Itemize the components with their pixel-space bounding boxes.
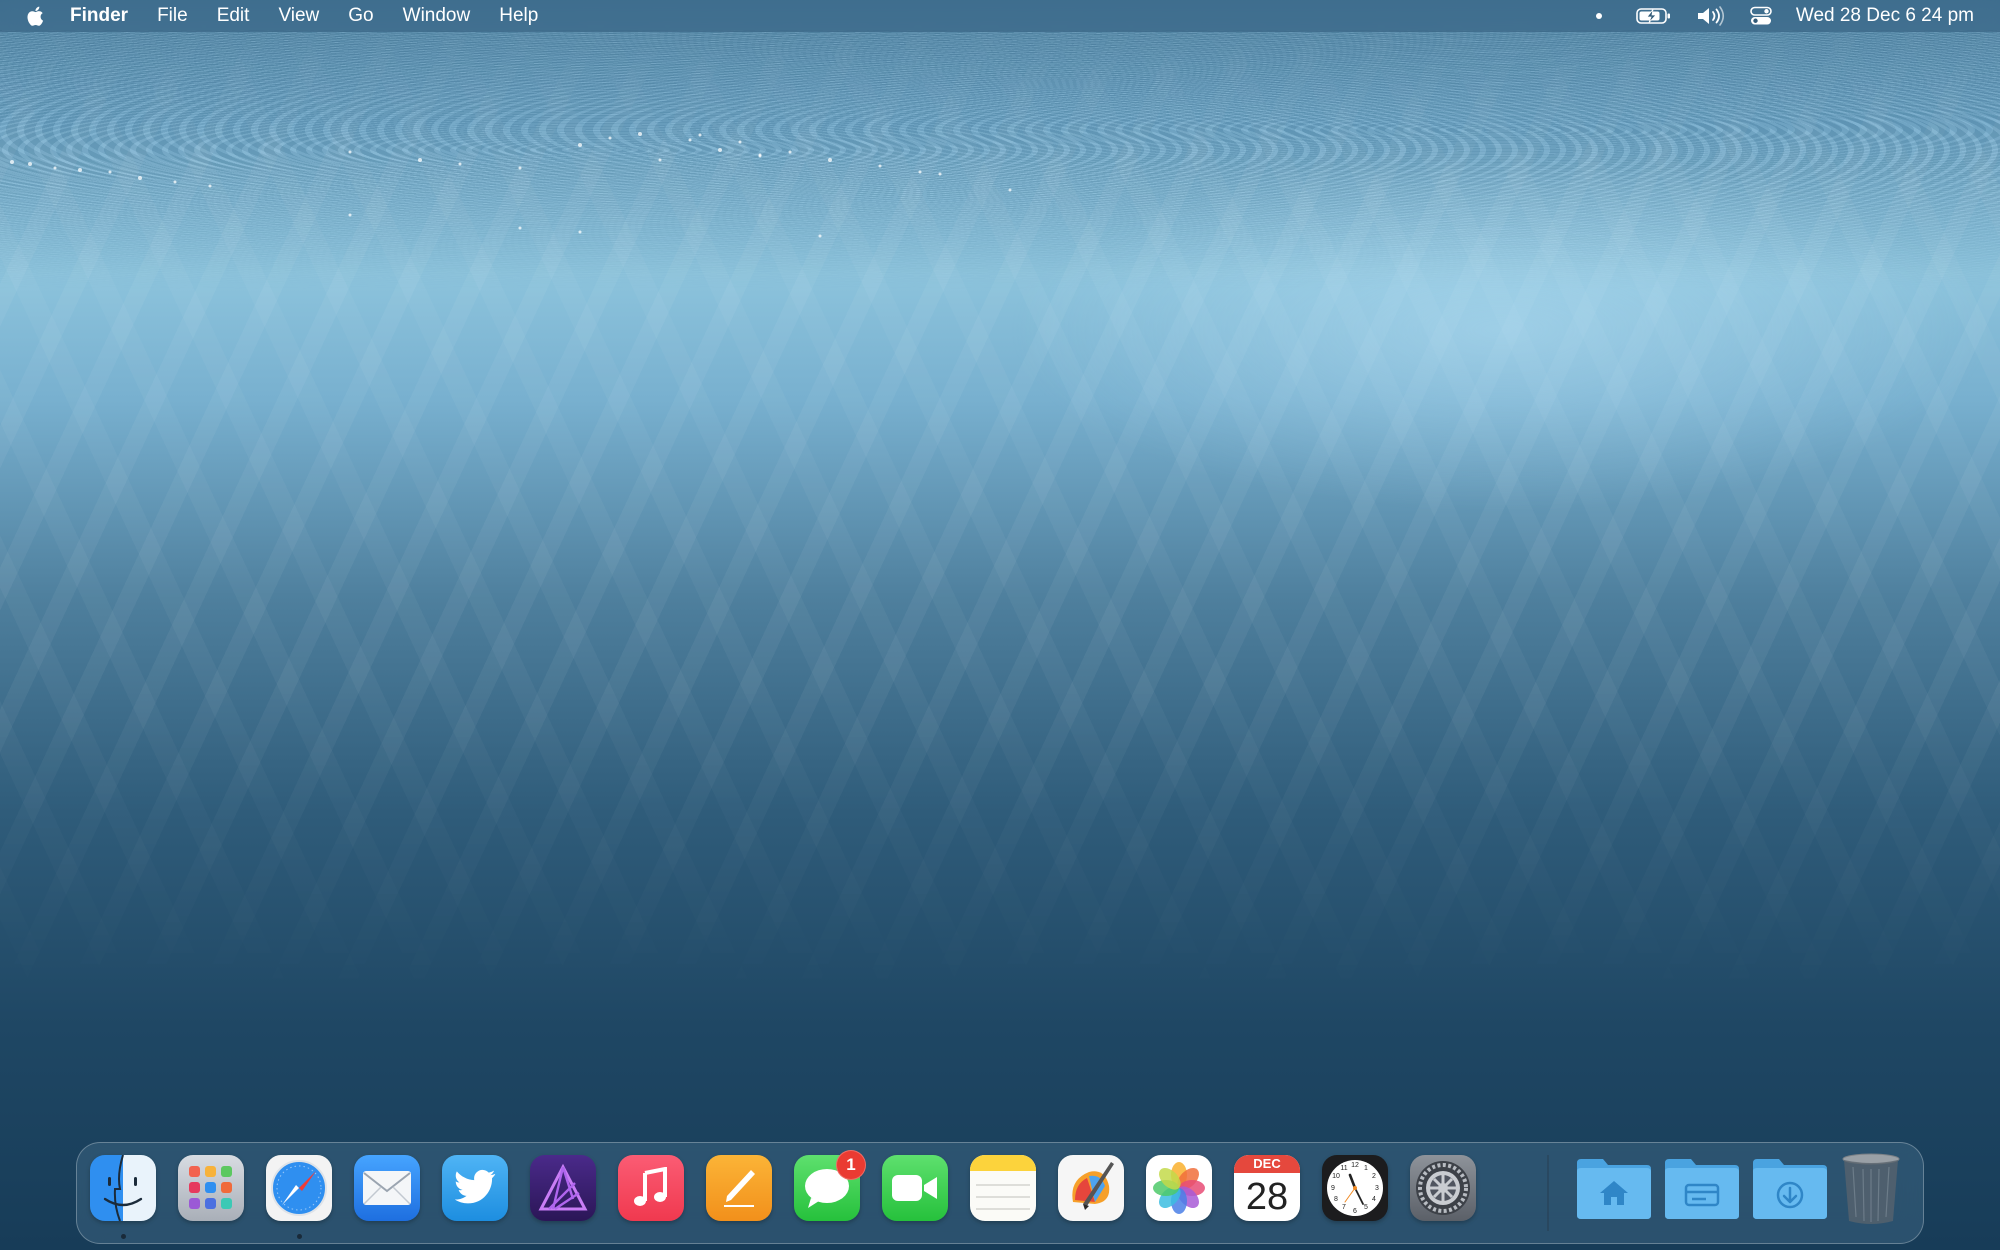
menu-file[interactable]: File [157,5,188,27]
menu-bar-status: Wed 28 Dec 6 24 pm [1595,0,1974,32]
pixelmator-icon[interactable] [1058,1155,1124,1221]
facetime-icon[interactable] [882,1155,948,1221]
svg-text:4: 4 [1372,1196,1376,1203]
menu-app-name[interactable]: Finder [70,5,128,27]
affinity-photo-icon[interactable] [530,1155,596,1221]
dock: 1 DEC 28 12 1 2 3 4 5 6 7 8 9 10 11 [76,1142,1924,1244]
finder-running-indicator [121,1234,126,1239]
svg-text:7: 7 [1342,1204,1346,1211]
twitter-icon[interactable] [442,1155,508,1221]
svg-text:8: 8 [1334,1196,1338,1203]
clock-icon[interactable]: 12 1 2 3 4567 8 9 10 11 [1322,1155,1388,1221]
calendar-day: 28 [1245,1176,1289,1218]
applications-folder-icon[interactable] [1663,1155,1741,1221]
safari-icon[interactable] [266,1155,332,1221]
dock-separator [1547,1155,1549,1231]
wallpaper-light-rays [0,0,2000,1250]
pages-icon[interactable] [706,1155,772,1221]
menu-help[interactable]: Help [499,5,538,27]
svg-text:5: 5 [1364,1204,1368,1211]
messages-badge: 1 [836,1150,866,1180]
menu-view[interactable]: View [278,5,319,27]
photos-icon[interactable] [1146,1155,1212,1221]
trash-icon[interactable] [1841,1151,1901,1227]
wallpaper-water-surface [0,30,2000,290]
menu-bar-left: Finder File Edit View Go Window Help [0,0,567,32]
music-icon[interactable] [618,1155,684,1221]
control-center-icon[interactable] [1750,6,1772,26]
menu-go[interactable]: Go [348,5,373,27]
finder-icon[interactable] [90,1155,156,1221]
calendar-icon[interactable]: DEC 28 [1234,1155,1300,1221]
menu-window[interactable]: Window [403,5,471,27]
mail-icon[interactable] [354,1155,420,1221]
safari-running-indicator [297,1234,302,1239]
menu-edit[interactable]: Edit [217,5,250,27]
svg-text:11: 11 [1340,1165,1347,1172]
svg-text:9: 9 [1331,1185,1335,1192]
notes-icon[interactable] [970,1155,1036,1221]
menu-bar: Finder File Edit View Go Window Help Wed… [0,0,2000,32]
volume-icon[interactable] [1696,6,1726,26]
svg-text:3: 3 [1375,1185,1379,1192]
svg-text:1: 1 [1364,1165,1368,1172]
menu-bar-datetime[interactable]: Wed 28 Dec 6 24 pm [1796,5,1974,27]
svg-text:2: 2 [1372,1173,1376,1180]
downloads-folder-icon[interactable] [1751,1155,1829,1221]
home-folder-icon[interactable] [1575,1155,1653,1221]
status-dot-icon[interactable] [1595,13,1602,19]
svg-text:6: 6 [1353,1208,1357,1215]
svg-text:12: 12 [1351,1162,1359,1169]
battery-charging-icon[interactable] [1636,7,1672,25]
system-preferences-icon[interactable] [1410,1155,1476,1221]
wallpaper-bubbles [10,132,1012,238]
launchpad-icon[interactable] [178,1155,244,1221]
apple-logo-icon[interactable] [24,4,48,28]
calendar-month: DEC [1234,1155,1300,1173]
svg-text:10: 10 [1332,1173,1340,1180]
